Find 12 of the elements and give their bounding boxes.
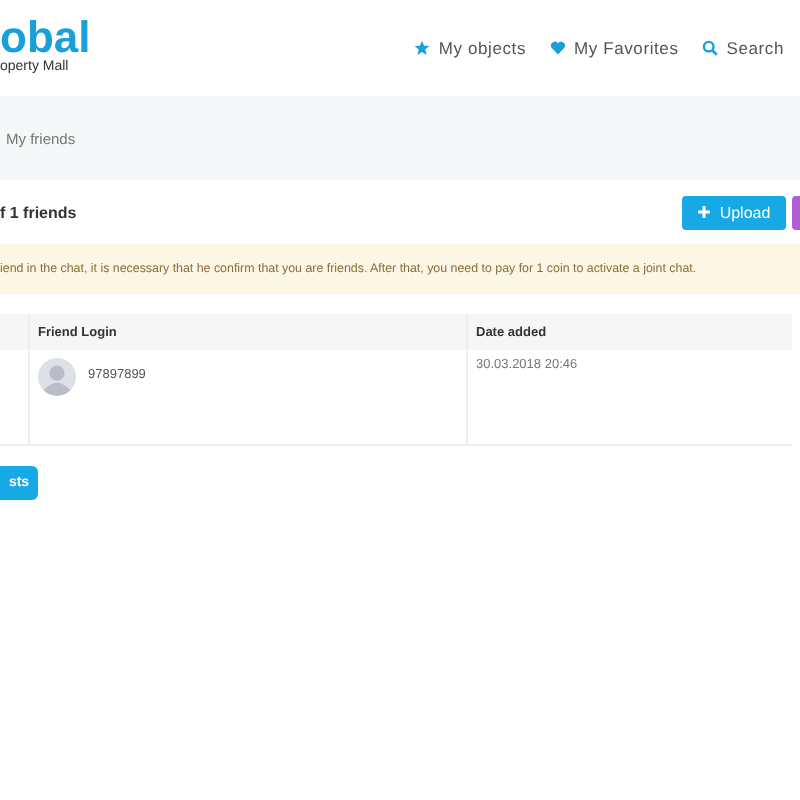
avatar-icon [38,358,76,396]
heart-icon [550,40,567,56]
plus-icon [697,206,710,218]
search-icon [702,40,719,56]
upload-button[interactable]: Upload [682,195,786,229]
action-button[interactable] [792,195,800,229]
nav-link[interactable]: Search [702,38,784,58]
page-heading: f 1 friends [0,203,77,221]
star-icon [414,40,431,56]
nav-link[interactable]: My objects [414,38,527,58]
nav-link[interactable]: My Favorites [550,38,679,58]
logo-text[interactable]: obal [0,15,91,59]
